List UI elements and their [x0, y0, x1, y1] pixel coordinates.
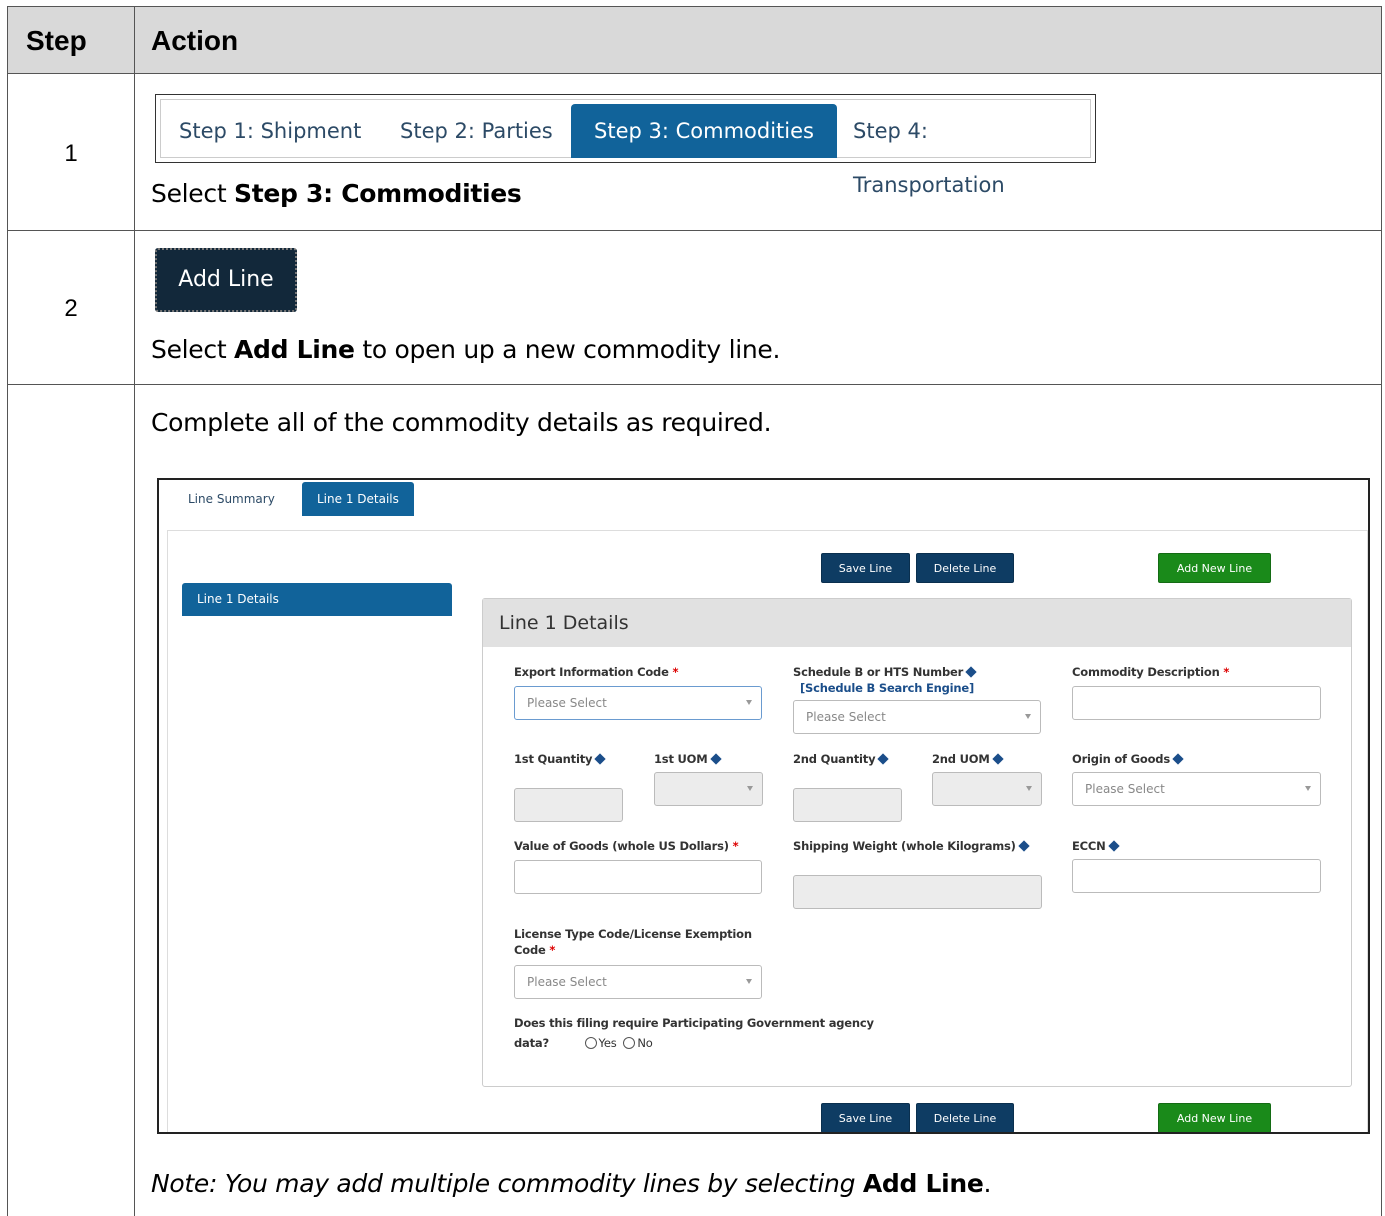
license-select[interactable]: Please Select	[514, 965, 762, 999]
weight-label: Shipping Weight (whole Kilograms)	[793, 839, 1030, 853]
eccn-label: ECCN	[1072, 839, 1120, 853]
chevron-down-icon	[1026, 786, 1032, 791]
info-diamond-icon	[1107, 840, 1120, 852]
value-input[interactable]	[514, 860, 762, 894]
header-action: Action	[151, 25, 239, 56]
save-line-button-bottom[interactable]: Save Line	[821, 1103, 910, 1132]
commodity-description-label: Commodity Description *	[1072, 665, 1230, 679]
line-details-panel: Line 1 Details Export Information Code *…	[482, 598, 1352, 1087]
qty1-label: 1st Quantity	[514, 752, 606, 766]
tab-line-summary[interactable]: Line Summary	[173, 482, 290, 516]
chevron-down-icon	[1305, 786, 1311, 791]
qty2-label: 2nd Quantity	[793, 752, 890, 766]
tab-transportation[interactable]: Step 4: Transportation	[830, 104, 1095, 197]
schedule-b-search-link[interactable]: [Schedule B Search Engine]	[800, 681, 974, 695]
pga-no-radio[interactable]	[623, 1037, 636, 1049]
uom2-select[interactable]	[932, 772, 1042, 806]
delete-line-button-bottom[interactable]: Delete Line	[916, 1103, 1014, 1132]
step2-instruction: Select Add Line to open up a new commodi…	[151, 335, 781, 364]
uom1-select[interactable]	[654, 772, 763, 806]
eccn-input[interactable]	[1072, 859, 1321, 893]
pga-question-label-line2: data? Yes No	[514, 1036, 653, 1050]
export-code-label: Export Information Code *	[514, 665, 679, 679]
info-diamond-icon	[1172, 753, 1184, 765]
chevron-down-icon	[1025, 714, 1031, 719]
add-line-button[interactable]: Add Line	[155, 248, 297, 312]
schedule-b-label: Schedule B or HTS Number	[793, 665, 977, 679]
step3-note: Note: You may add multiple commodity lin…	[151, 1169, 992, 1198]
qty2-input[interactable]	[793, 788, 902, 822]
schedule-b-select[interactable]: Please Select	[793, 700, 1041, 734]
header-step: Step	[26, 25, 87, 56]
tab-parties[interactable]: Step 2: Parties	[377, 104, 576, 158]
tab-shipment[interactable]: Step 1: Shipment	[156, 104, 384, 158]
license-label: License Type Code/License Exemption	[514, 927, 752, 941]
uom2-label: 2nd UOM	[932, 752, 1004, 766]
step-number: 2	[64, 295, 78, 322]
info-diamond-icon	[1018, 840, 1030, 852]
info-diamond-icon	[709, 753, 722, 765]
value-label: Value of Goods (whole US Dollars) *	[514, 839, 739, 853]
weight-input[interactable]	[793, 875, 1042, 909]
step3-instruction: Complete all of the commodity details as…	[151, 408, 772, 437]
license-label-line2: Code *	[514, 943, 556, 957]
commodity-description-input[interactable]	[1072, 686, 1321, 720]
sidebar-item-line-details[interactable]: Line 1 Details	[182, 583, 452, 616]
panel-title: Line 1 Details	[483, 599, 1351, 647]
row-divider	[8, 384, 1381, 385]
origin-select[interactable]: Please Select	[1072, 772, 1321, 806]
tab-commodities[interactable]: Step 3: Commodities	[571, 104, 837, 158]
uom1-label: 1st UOM	[654, 752, 722, 766]
info-diamond-icon	[594, 753, 606, 765]
info-diamond-icon	[877, 753, 890, 765]
info-diamond-icon	[965, 666, 977, 678]
qty1-input[interactable]	[514, 788, 623, 822]
pga-question-label: Does this filing require Participating G…	[514, 1016, 874, 1030]
step-number: 1	[64, 140, 78, 167]
origin-label: Origin of Goods	[1072, 752, 1184, 766]
chevron-down-icon	[746, 700, 752, 705]
column-divider	[134, 7, 135, 1216]
save-line-button[interactable]: Save Line	[821, 553, 910, 583]
add-new-line-button-bottom[interactable]: Add New Line	[1158, 1103, 1271, 1132]
row-divider	[8, 230, 1381, 231]
chevron-down-icon	[746, 979, 752, 984]
commodity-form-screenshot: Line Summary Line 1 Details Save Line De…	[157, 478, 1370, 1134]
instruction-table: Step Action 1 Step 1: Shipment Step 2: P…	[7, 6, 1382, 1216]
tab-line-details[interactable]: Line 1 Details	[302, 482, 414, 516]
info-diamond-icon	[991, 753, 1004, 765]
pga-yes-radio[interactable]	[584, 1037, 597, 1049]
add-new-line-button[interactable]: Add New Line	[1158, 553, 1271, 583]
export-code-select[interactable]: Please Select	[514, 686, 762, 720]
step1-instruction: Select Step 3: Commodities	[151, 179, 522, 208]
chevron-down-icon	[747, 786, 753, 791]
step-tab-bar: Step 1: Shipment Step 2: Parties Step 3:…	[155, 94, 1096, 197]
delete-line-button[interactable]: Delete Line	[916, 553, 1014, 583]
table-header: Step Action	[8, 7, 1381, 74]
